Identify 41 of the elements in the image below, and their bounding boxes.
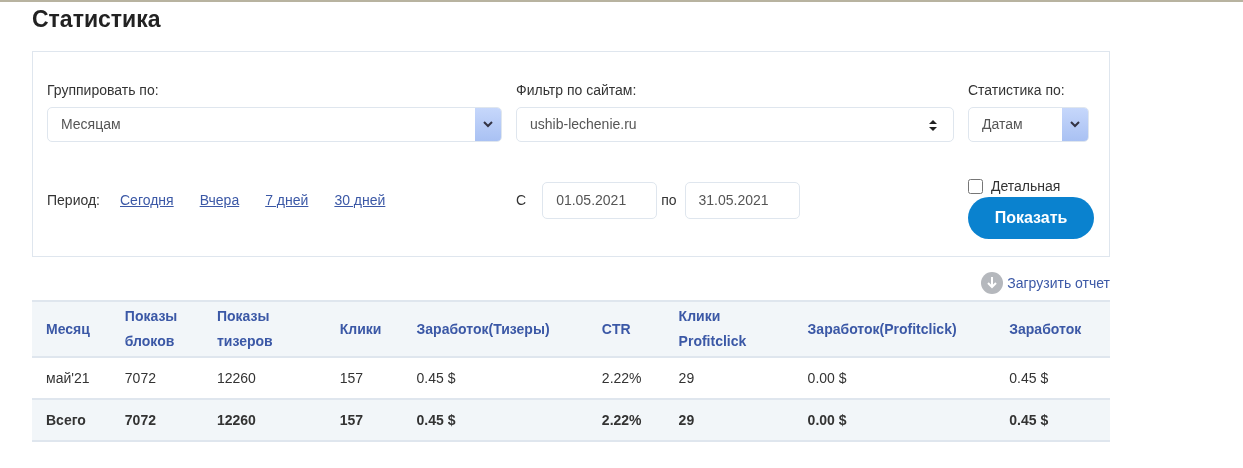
table-cell: 0.45 $ [995,399,1110,441]
column-header: Показы тизеров [202,301,326,357]
column-header: CTR [587,301,665,357]
site-select-label: Фильтр по сайтам: [516,81,637,100]
page-title: Статистика [32,5,162,34]
chevron-down-icon [475,108,501,141]
column-header: Показы блоков [110,301,203,357]
from-label: С [516,190,527,210]
period-link[interactable]: 30 дней [334,189,386,211]
stats-by-select[interactable]: Датам [968,107,1089,142]
column-header: Заработок(Тизеры) [402,301,588,357]
detailed-checkbox[interactable] [968,178,983,194]
group-by-select-label: Группировать по: [47,81,159,100]
column-header: Клики [325,301,403,357]
stats-by-select-label: Статистика по: [968,81,1065,100]
period-label: Период: [47,190,100,210]
show-button[interactable]: Показать [968,196,1094,239]
table-cell: 7072 [110,399,203,441]
date-from-field[interactable]: 01.05.2021 [542,181,658,219]
table-cell: 12260 [202,399,326,441]
column-header: Месяц [32,301,111,357]
site-select[interactable]: ushib-lechenie.ru [516,107,954,142]
period-link[interactable]: 7 дней [265,189,309,211]
download-icon [981,272,1004,294]
period-link[interactable]: Вчера [199,189,240,211]
download-report-link[interactable]: Загрузить отчет [981,272,1110,294]
table-cell: 0.00 $ [793,399,996,441]
table-cell: Всего [32,399,111,441]
table-cell: 0.45 $ [402,399,588,441]
table-cell: 2.22% [587,399,665,441]
column-header: Заработок [995,301,1110,357]
to-label: по [661,190,677,210]
group-by-select[interactable]: Месяцам [47,107,502,142]
column-header: Клики Profitclick [664,301,794,357]
detailed-label: Детальная [991,176,1061,196]
period-link[interactable]: Сегодня [120,189,174,211]
date-to-field[interactable]: 31.05.2021 [684,181,800,219]
table-cell: 29 [664,399,794,441]
column-header: Заработок(Profitclick) [793,301,996,357]
chevron-down-icon [1062,108,1088,141]
table-cell: 157 [325,399,403,441]
